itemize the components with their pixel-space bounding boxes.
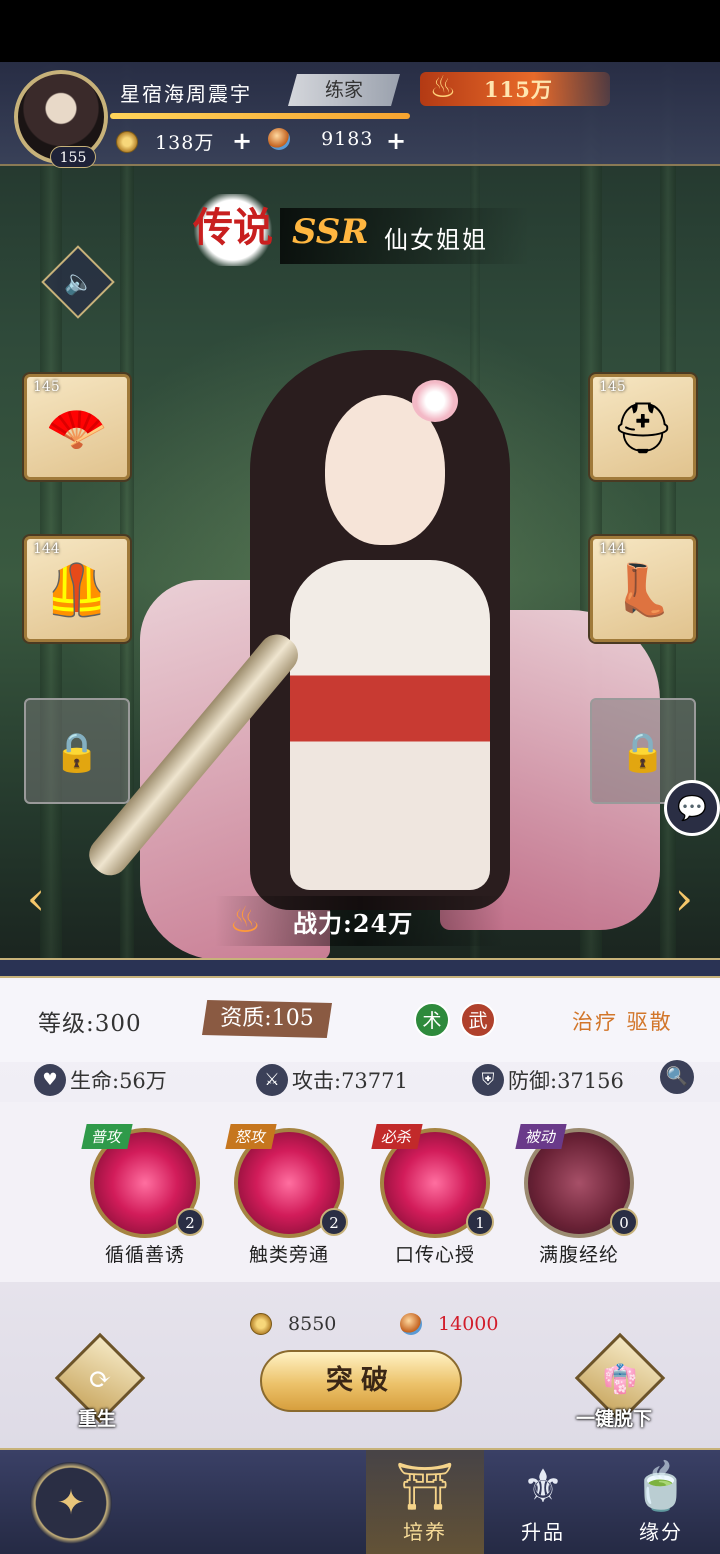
refresh-icon: ⟳: [88, 1362, 112, 1396]
quality-badge: 资质:105: [202, 1000, 332, 1038]
gem-counter: 9183: [268, 128, 373, 156]
add-coins-button[interactable]: +: [232, 126, 252, 155]
coin-counter: 138万: [116, 128, 214, 156]
chevron-right-icon: ›: [674, 871, 694, 925]
breakthrough-button[interactable]: 突破: [260, 1350, 462, 1412]
battle-power: ♨ 战力:24万: [215, 896, 505, 946]
skill-normal[interactable]: 普攻 2 循循善诱: [81, 1124, 204, 1268]
lotus-icon: ⚜: [522, 1459, 564, 1513]
rebirth-label: 重生: [78, 1408, 117, 1430]
chat-icon: 💬: [677, 794, 707, 822]
type-tag-magic: 术: [414, 1002, 450, 1038]
next-hero-button[interactable]: ›: [654, 868, 714, 928]
gem-icon: [400, 1313, 422, 1335]
boots-icon: 👢: [611, 561, 675, 619]
hero-name: 仙女姐姐: [384, 226, 488, 254]
player-name: 星宿海周震宇: [120, 82, 252, 106]
tab-bond[interactable]: 🍵 缘分: [602, 1450, 720, 1554]
shield-icon: ⛨: [472, 1064, 504, 1096]
panel-divider: [0, 958, 720, 978]
hat-icon: ⛩: [395, 1459, 455, 1513]
rank-badge: 练家: [288, 74, 400, 106]
hero-traits: 治疗 驱散: [572, 1010, 673, 1034]
teacup-icon: 🍵: [632, 1459, 690, 1513]
stat-detail-button[interactable]: 🔍: [660, 1060, 694, 1094]
player-power: ♨ 115万: [420, 70, 610, 106]
tab-train[interactable]: ⛩ 培养: [366, 1450, 484, 1554]
grade-badge: SSR: [292, 212, 369, 252]
player-level: 155: [50, 146, 96, 168]
skill-rage[interactable]: 怒攻 2 触类旁通: [225, 1124, 348, 1268]
lock-icon: 🔒: [53, 730, 101, 774]
add-gems-button[interactable]: +: [386, 126, 406, 155]
equip-slot-weapon[interactable]: 145 🪭: [24, 374, 130, 480]
search-icon: 🔍: [665, 1066, 689, 1087]
coin-icon: [116, 130, 138, 153]
coin-cost: 8550: [250, 1312, 336, 1335]
flame-icon: ♨: [429, 70, 457, 105]
armor-icon: 🦺: [45, 561, 109, 619]
exp-bar: [110, 113, 410, 119]
lock-icon: 🔒: [619, 730, 667, 774]
stat-defense: ⛨ 防御:37156: [472, 1064, 624, 1096]
hero-portrait: [81, 340, 660, 960]
type-tag-martial: 武: [460, 1002, 496, 1038]
heart-icon: ♥: [34, 1064, 66, 1096]
equip-slot-locked-left[interactable]: 🔒: [24, 698, 130, 804]
speaker-icon: 🔈: [64, 267, 95, 296]
equip-slot-helmet[interactable]: 145 ⛑: [590, 374, 696, 480]
chevron-left-icon: ‹: [26, 871, 46, 925]
hero-level: 等级:300: [38, 1011, 142, 1037]
coin-icon: [250, 1313, 272, 1335]
unequip-all-label: 一键脱下: [576, 1408, 653, 1430]
chat-button[interactable]: 💬: [664, 780, 720, 836]
flame-icon: ♨: [229, 900, 262, 941]
rarity-badge: 传说: [192, 194, 274, 266]
stat-hp: ♥ 生命:56万: [34, 1064, 167, 1096]
prev-hero-button[interactable]: ‹: [6, 868, 66, 928]
nav-main-button[interactable]: ✦: [30, 1462, 112, 1544]
robe-icon: 👘: [602, 1362, 638, 1396]
fan-icon: 🪭: [45, 399, 109, 457]
equip-slot-boots[interactable]: 144 👢: [590, 536, 696, 642]
status-bar: [0, 0, 720, 62]
emblem-icon: ✦: [56, 1483, 86, 1523]
sword-icon: ⚔: [256, 1064, 288, 1096]
helmet-icon: ⛑: [611, 399, 675, 457]
tab-upgrade[interactable]: ⚜ 升品: [484, 1450, 602, 1554]
gem-cost: 14000: [400, 1312, 499, 1335]
gem-icon: [268, 128, 290, 150]
skill-passive[interactable]: 被动 0 满腹经纶: [515, 1124, 638, 1268]
stat-attack: ⚔ 攻击:73771: [256, 1064, 408, 1096]
equip-slot-armor[interactable]: 144 🦺: [24, 536, 130, 642]
hair-flower: [412, 380, 458, 422]
skill-ultimate[interactable]: 必杀 1 口传心授: [371, 1124, 494, 1268]
